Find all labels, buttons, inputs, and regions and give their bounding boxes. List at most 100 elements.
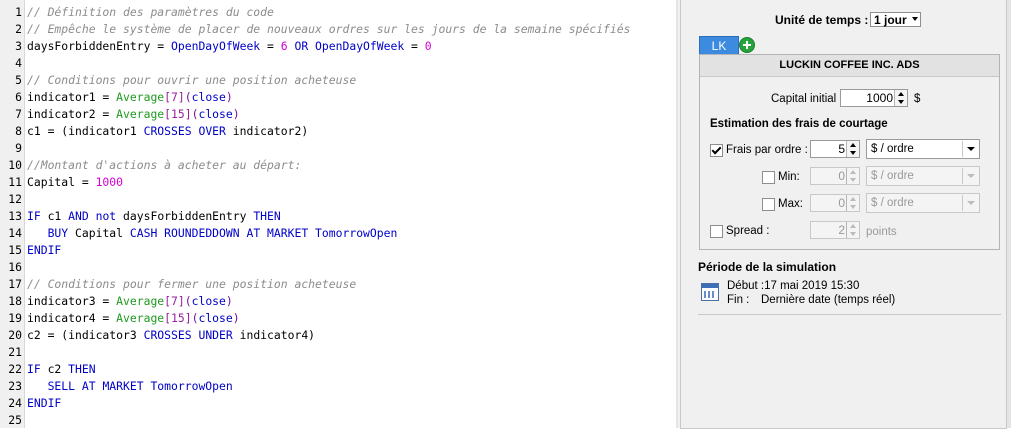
tab-lk[interactable]: LK [699, 36, 739, 55]
code-text: daysForbiddenEntry = OpenDayOfWeek = 6 O… [27, 38, 432, 55]
code-text: c2 = (indicator3 CROSSES UNDER indicator… [27, 327, 315, 344]
code-line[interactable]: 5 // Conditions pour ouvrir une position … [0, 72, 356, 89]
code-line[interactable]: 3 daysForbiddenEntry = OpenDayOfWeek = 6 … [0, 38, 432, 55]
code-token: Average [116, 90, 165, 104]
code-text: c1 = (indicator1 CROSSES OVER indicator2… [27, 123, 308, 140]
line-number: 2 [15, 22, 22, 36]
code-line[interactable]: 10 //Montant d'actions à acheter au dépar… [0, 157, 301, 174]
code-token: // Définition des paramètres du code [27, 5, 274, 19]
code-text: Capital = 1000 [27, 174, 123, 191]
fee-min-stepper[interactable]: 0 [810, 167, 860, 185]
code-line[interactable]: 12 [0, 191, 22, 208]
code-token: 6 [280, 39, 288, 53]
time-unit-label: Unité de temps : [775, 13, 869, 27]
time-unit-select[interactable]: 1 jour [870, 12, 921, 27]
stepper-arrows-icon[interactable] [846, 195, 859, 211]
code-token: c2 [40, 362, 69, 376]
code-text: IF c1 AND not daysForbiddenEntry THEN [27, 208, 281, 225]
stepper-arrows-icon[interactable] [894, 90, 907, 106]
code-token: indicator2) [225, 124, 309, 138]
code-line[interactable]: 22 IF c2 THEN [0, 361, 95, 378]
code-text: //Montant d'actions à acheter au départ: [27, 157, 301, 174]
code-line[interactable]: 11 Capital = 1000 [0, 174, 123, 191]
simulation-title: Période de la simulation [698, 260, 837, 274]
panel-scroll-strip[interactable] [1006, 0, 1011, 428]
capital-stepper[interactable]: 1000 [840, 89, 908, 107]
line-number: 5 [15, 73, 22, 87]
code-token: IF [27, 209, 41, 223]
line-number: 14 [8, 226, 22, 240]
fee-min-unit: $ / ordre [871, 170, 914, 182]
fee-per-order-label: Frais par ordre : [726, 144, 808, 156]
fee-per-order-stepper[interactable]: 5 [810, 140, 860, 158]
code-token: ENDIF [27, 243, 62, 257]
code-token: SELL AT MARKET TomorrowOpen [47, 379, 233, 393]
code-token: Average [116, 107, 165, 121]
code-line[interactable]: 7 indicator2 = Average[15](close) [0, 106, 239, 123]
code-line[interactable]: 23 SELL AT MARKET TomorrowOpen [0, 378, 232, 395]
spread-value: 2 [838, 223, 845, 237]
line-number: 13 [8, 209, 22, 223]
stepper-arrows-icon[interactable] [846, 222, 859, 238]
code-line[interactable]: 20 c2 = (indicator3 CROSSES UNDER indicat… [0, 327, 315, 344]
fee-min-value: 0 [838, 169, 845, 183]
line-number: 22 [8, 362, 22, 376]
code-token: c2 = (indicator3 [27, 328, 144, 342]
code-line[interactable]: 18 indicator3 = Average[7](close) [0, 293, 232, 310]
capital-value: 1000 [866, 91, 893, 105]
spread-label: Spread : [726, 225, 770, 237]
line-number: 23 [8, 379, 22, 393]
code-line[interactable]: 14 BUY Capital CASH ROUNDEDDOWN AT MARKE… [0, 225, 397, 242]
code-line[interactable]: 17 // Conditions pour fermer une position… [0, 276, 356, 293]
stepper-arrows-icon[interactable] [846, 141, 859, 157]
code-token: ENDIF [27, 396, 62, 410]
fee-min-label: Min: [778, 171, 800, 183]
code-editor[interactable]: 1 // Définition des paramètres du code 2 //… [0, 0, 676, 428]
code-token: indicator3 = [27, 294, 117, 308]
fee-per-order-unit-select[interactable]: $ / ordre [866, 139, 980, 159]
chevron-down-icon [967, 174, 975, 178]
code-line[interactable]: 24 ENDIF [0, 395, 61, 412]
code-text: // Définition des paramètres du code [27, 4, 274, 21]
chevron-down-icon [967, 147, 975, 151]
line-number: 16 [8, 260, 22, 274]
code-line[interactable]: 2 // Empêche le système de placer de nouv… [0, 21, 630, 38]
code-line[interactable]: 15 ENDIF [0, 242, 61, 259]
fee-min-checkbox[interactable] [762, 171, 775, 184]
stepper-arrows-icon[interactable] [846, 168, 859, 184]
code-line[interactable]: 16 [0, 259, 22, 276]
code-token: CROSSES UNDER [143, 328, 233, 342]
code-line[interactable]: 19 indicator4 = Average[15](close) [0, 310, 239, 327]
add-tab-icon[interactable] [739, 37, 755, 53]
code-line[interactable]: 4 [0, 55, 22, 72]
fee-max-checkbox[interactable] [762, 198, 775, 211]
fee-per-order-unit: $ / ordre [871, 143, 914, 155]
code-line[interactable]: 13 IF c1 AND not daysForbiddenEntry THEN [0, 208, 280, 225]
code-line[interactable]: 1 // Définition des paramètres du code [0, 4, 274, 21]
code-line[interactable]: 9 [0, 140, 22, 157]
fee-max-unit-select[interactable]: $ / ordre [866, 193, 980, 213]
code-line[interactable]: 6 indicator1 = Average[7](close) [0, 89, 233, 106]
fee-max-stepper[interactable]: 0 [810, 194, 860, 212]
line-number: 10 [8, 158, 22, 172]
fee-min-unit-select[interactable]: $ / ordre [866, 166, 980, 186]
code-text: // Conditions pour fermer une position a… [27, 276, 356, 293]
line-number: 18 [8, 294, 22, 308]
code-token: Average [116, 294, 165, 308]
code-line[interactable]: 21 [0, 344, 22, 361]
calendar-icon[interactable] [701, 283, 719, 301]
code-token: // Conditions pour ouvrir une position a… [27, 73, 357, 87]
spread-stepper[interactable]: 2 [810, 221, 860, 239]
code-token: IF [27, 362, 41, 376]
capital-label: Capital initial : [771, 93, 843, 105]
code-token: [7] [164, 294, 185, 308]
code-token: AND not [68, 209, 117, 223]
code-line[interactable]: 25 [0, 412, 22, 428]
fees-title: Estimation des frais de courtage [710, 118, 888, 130]
divider [698, 314, 1001, 315]
fee-per-order-checkbox[interactable] [710, 144, 723, 157]
code-token: c1 = (indicator1 [27, 124, 144, 138]
code-line[interactable]: 8 c1 = (indicator1 CROSSES OVER indicator… [0, 123, 308, 140]
code-token: close [191, 90, 226, 104]
spread-checkbox[interactable] [710, 225, 723, 238]
